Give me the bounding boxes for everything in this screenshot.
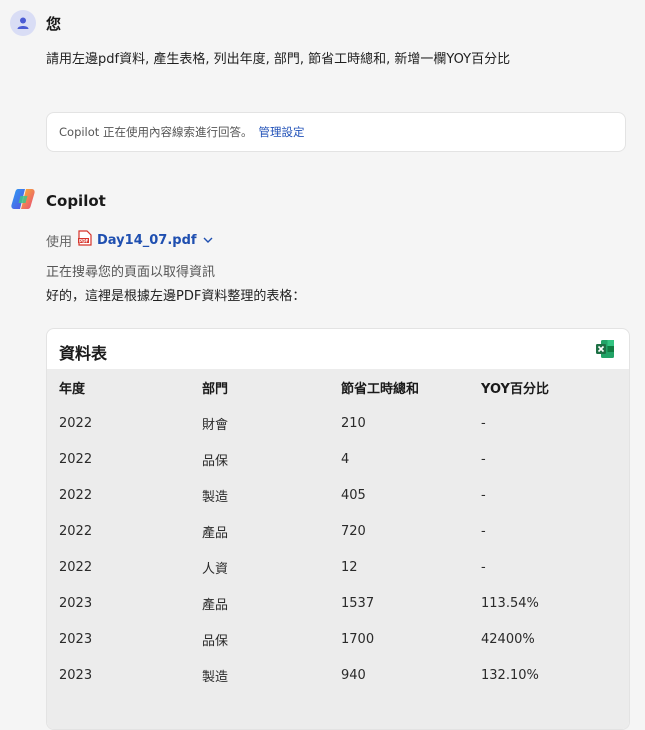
data-table-card: 資料表 年度 部門 節省工時總和 YOY百分比 2022 財會 210 - 20… [46,328,630,730]
table-row: 2022 品保 4 - [47,441,629,477]
cell-hours-saved: 12 [341,559,358,575]
column-header-year: 年度 [59,381,86,397]
table-row: 2023 產品 1537 113.54% [47,585,629,621]
table-row: 2023 品保 1700 42400% [47,621,629,657]
cell-yoy: 113.54% [481,595,539,611]
manage-settings-link[interactable]: 管理設定 [258,124,304,140]
cell-hours-saved: 210 [341,415,366,431]
cell-year: 2022 [59,523,93,539]
cell-year: 2022 [59,487,93,503]
table-row: 2022 財會 210 - [47,405,629,441]
cell-department: 人資 [202,561,229,577]
cell-year: 2022 [59,415,93,431]
data-table: 年度 部門 節省工時總和 YOY百分比 2022 財會 210 - 2022 品… [47,369,629,693]
table-row: 2022 製造 405 - [47,477,629,513]
excel-export-icon[interactable] [595,339,615,363]
cell-hours-saved: 1537 [341,595,375,611]
cell-department: 財會 [202,417,229,433]
user-message: 請用左邊pdf資料, 產生表格, 列出年度, 部門, 節省工時總和, 新增一欄Y… [46,52,511,67]
cell-yoy: - [481,415,486,431]
cell-yoy: - [481,451,486,467]
source-file-row: 使用 PDF Day14_07.pdf [46,230,213,250]
table-row: 2022 人資 12 - [47,549,629,585]
table-row: 2023 製造 940 132.10% [47,657,629,693]
copilot-logo-icon [10,186,36,216]
cell-year: 2023 [59,595,93,611]
column-header-hours-saved: 節省工時總和 [341,381,420,397]
cell-hours-saved: 405 [341,487,366,503]
cell-year: 2022 [59,451,93,467]
pdf-file-icon: PDF [78,230,92,250]
response-intro: 好的，這裡是根據左邊PDF資料整理的表格： [46,289,306,304]
cell-year: 2022 [59,559,93,575]
cell-hours-saved: 940 [341,667,366,683]
cell-department: 製造 [202,669,229,685]
user-name: 您 [46,14,62,33]
notice-text: Copilot 正在使用內容線索進行回答。 [59,125,253,139]
table-header-row: 年度 部門 節省工時總和 YOY百分比 [47,369,629,405]
cell-department: 品保 [202,633,229,649]
table-body: 年度 部門 節省工時總和 YOY百分比 2022 財會 210 - 2022 品… [47,369,629,729]
cell-hours-saved: 4 [341,451,350,467]
cell-yoy: - [481,523,486,539]
cell-department: 產品 [202,525,229,541]
column-header-department: 部門 [202,381,229,397]
cell-hours-saved: 720 [341,523,366,539]
cell-year: 2023 [59,667,93,683]
assistant-name: Copilot [46,192,106,210]
user-header: 您 [10,10,61,36]
cell-yoy: - [481,559,486,575]
context-notice: Copilot 正在使用內容線索進行回答。 管理設定 [46,112,626,152]
using-label: 使用 [46,234,73,250]
chevron-down-icon[interactable] [203,233,213,248]
user-avatar-icon [10,10,36,36]
column-header-yoy: YOY百分比 [481,381,549,397]
cell-yoy: - [481,487,486,503]
cell-yoy: 42400% [481,631,535,647]
table-row: 2022 產品 720 - [47,513,629,549]
cell-department: 品保 [202,453,229,469]
svg-text:PDF: PDF [79,238,89,243]
cell-yoy: 132.10% [481,667,539,683]
search-status: 正在搜尋您的頁面以取得資訊 [46,265,216,280]
cell-department: 產品 [202,597,229,613]
source-file-link[interactable]: Day14_07.pdf [97,233,197,248]
assistant-header: Copilot [10,186,106,216]
table-title: 資料表 [59,344,108,363]
cell-department: 製造 [202,489,229,505]
cell-hours-saved: 1700 [341,631,375,647]
cell-year: 2023 [59,631,93,647]
